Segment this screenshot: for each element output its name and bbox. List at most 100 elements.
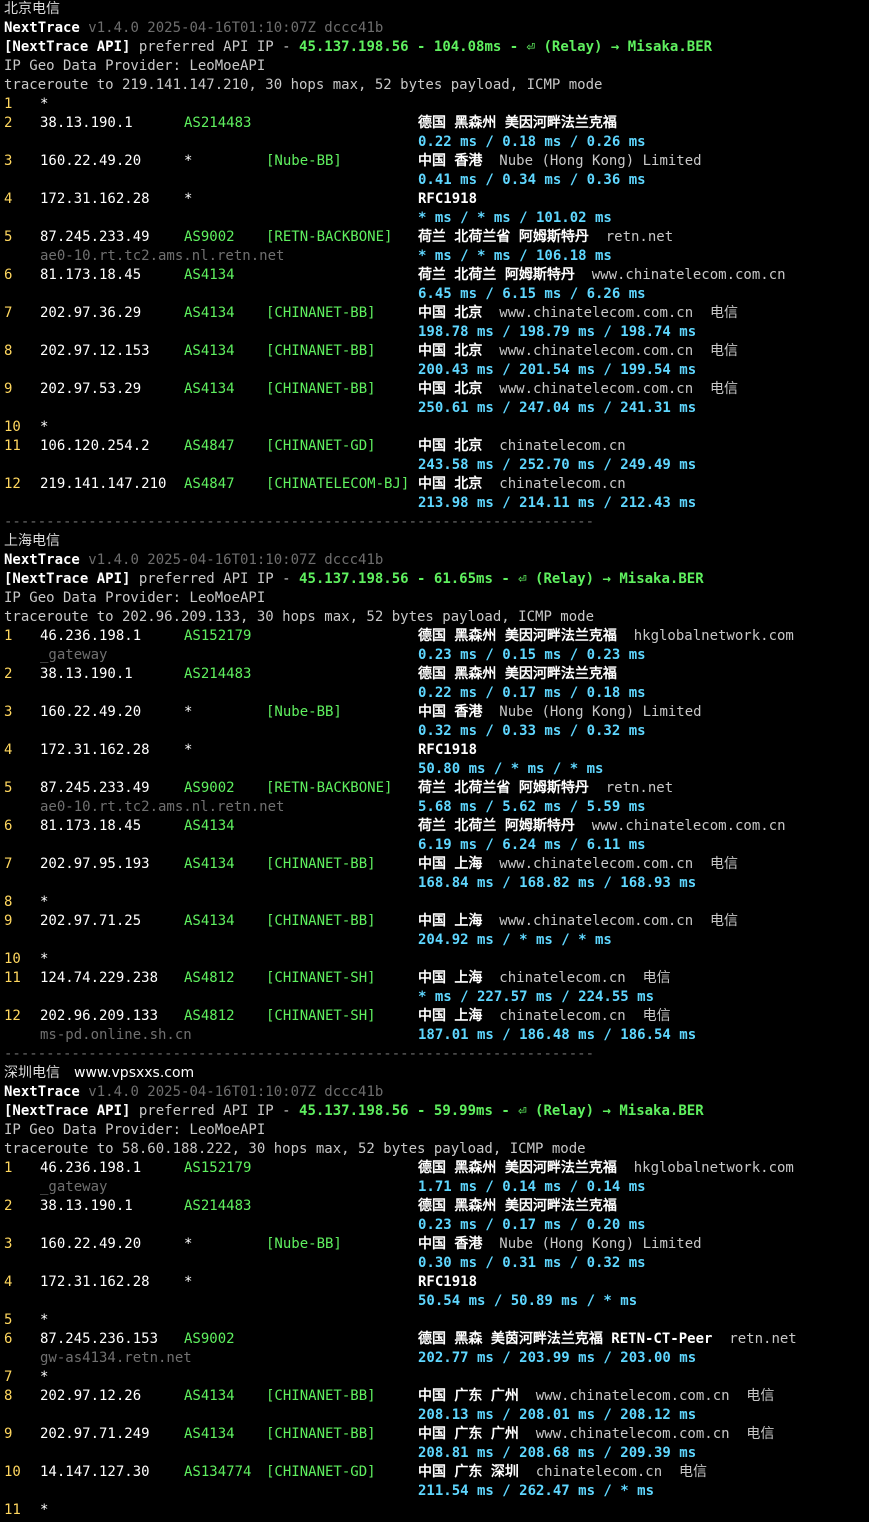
hop-number: 6	[4, 267, 13, 283]
hop-geo-group: 荷兰 北荷兰省 阿姆斯特丹 retn.net	[418, 228, 673, 247]
hop-rtt: * ms / * ms / 101.02 ms	[418, 210, 612, 226]
hop-rtt: 208.81 ms / 208.68 ms / 209.39 ms	[418, 1445, 697, 1461]
hop-number: 1	[4, 96, 13, 112]
hop-tag: [RETN-BACKBONE]	[266, 780, 393, 796]
hop-geo-group: 德国 黑森州 美因河畔法兰克福	[418, 665, 617, 684]
api-sep: -	[408, 1103, 434, 1119]
hop-hostname: _gateway	[40, 1179, 108, 1195]
api-sep: -	[408, 39, 434, 55]
hop-org: www.chinatelecom.com.cn 电信	[499, 913, 739, 929]
hop-org: hkglobalnetwork.com	[633, 628, 794, 644]
traceroute-text: traceroute to 58.60.188.222, 30 hops max…	[4, 1141, 586, 1157]
hop-asn: AS4134	[184, 1388, 235, 1404]
hop-tag: [Nube-BB]	[266, 1236, 342, 1252]
hop-number: 9	[4, 381, 13, 397]
hop-ip: 14.147.127.30	[40, 1464, 150, 1480]
hop-ip: 160.22.49.20	[40, 704, 142, 720]
section-title: 北京电信	[4, 0, 60, 19]
hop-org: chinatelecom.cn 电信	[499, 1008, 671, 1024]
hop-geo: 中国 上海	[418, 1008, 483, 1024]
hop-org: chinatelecom.cn	[499, 476, 626, 492]
api-text: preferred API IP -	[130, 1103, 300, 1119]
hop-geo-group: 德国 黑森州 美因河畔法兰克福 hkglobalnetwork.com	[418, 1159, 794, 1178]
hop-asn: AS4134	[184, 913, 235, 929]
hop-tag: [CHINANET-BB]	[266, 1426, 376, 1442]
hop-number: 3	[4, 704, 13, 720]
hop-rtt: 250.61 ms / 247.04 ms / 241.31 ms	[418, 400, 697, 416]
hop-ip: 202.97.71.25	[40, 913, 142, 929]
hop-tag: [CHINANET-SH]	[266, 1008, 376, 1024]
api-latency: 59.99ms	[433, 1103, 493, 1119]
api-line: [NextTrace API] preferred API IP - 45.13…	[4, 570, 704, 589]
hop-geo: 中国 广东 广州	[418, 1388, 519, 1404]
traceroute-line: traceroute to 58.60.188.222, 30 hops max…	[4, 1140, 586, 1159]
hop-geo-group: 中国 香港 Nube (Hong Kong) Limited	[418, 1235, 702, 1254]
hop-number: 10	[4, 419, 21, 435]
hop-number: 8	[4, 1388, 13, 1404]
version-line: NextTrace v1.4.0 2025-04-16T01:10:07Z dc…	[4, 1083, 383, 1102]
hop-number: 7	[4, 1369, 13, 1385]
hop-geo: 中国 北京	[418, 343, 483, 359]
hop-geo: 中国 广东 广州	[418, 1426, 519, 1442]
hop-number: 3	[4, 153, 13, 169]
hop-ip: 202.97.95.193	[40, 856, 150, 872]
hop-geo-group: 荷兰 北荷兰 阿姆斯特丹 www.chinatelecom.com.cn	[418, 817, 786, 836]
hop-org: www.chinatelecom.com.cn	[591, 267, 786, 283]
hop-number: 8	[4, 894, 13, 910]
hop-rtt: 1.71 ms / 0.14 ms / 0.14 ms	[418, 1179, 646, 1195]
hop-hostname: ms-pd.online.sh.cn	[40, 1027, 192, 1043]
hop-ip: 160.22.49.20	[40, 1236, 142, 1252]
hop-number: 6	[4, 1331, 13, 1347]
hop-geo-group: 荷兰 北荷兰 阿姆斯特丹 www.chinatelecom.com.cn	[418, 266, 786, 285]
site-watermark: www.vpsxxs.com	[74, 1065, 195, 1081]
hop-geo-group: 中国 北京 www.chinatelecom.com.cn 电信	[418, 304, 738, 323]
section-title-text: 上海电信	[4, 533, 60, 549]
hop-org: retn.net	[729, 1331, 797, 1347]
hop-ip: *	[40, 1369, 49, 1385]
hop-geo-group: 中国 广东 广州 www.chinatelecom.com.cn 电信	[418, 1425, 774, 1444]
hop-geo-group: 德国 黑森州 美因河畔法兰克福	[418, 114, 617, 133]
hop-ip: *	[40, 419, 49, 435]
hop-number: 7	[4, 305, 13, 321]
hop-asn: AS214483	[184, 115, 252, 131]
hop-ip: *	[40, 951, 49, 967]
hop-asn: *	[184, 1236, 193, 1252]
geo-provider-line: IP Geo Data Provider: LeoMoeAPI	[4, 1121, 265, 1140]
hop-org: hkglobalnetwork.com	[633, 1160, 794, 1176]
hop-tag: [CHINANET-GD]	[266, 1464, 376, 1480]
geo-provider-text: IP Geo Data Provider: LeoMoeAPI	[4, 590, 266, 606]
hop-geo-group: RFC1918	[418, 1273, 477, 1292]
hop-geo-group: 中国 北京 www.chinatelecom.com.cn 电信	[418, 380, 738, 399]
hop-number: 10	[4, 951, 21, 967]
hop-ip: 160.22.49.20	[40, 153, 142, 169]
separator-line: ----------------------------------------…	[4, 1046, 595, 1062]
hop-ip: 172.31.162.28	[40, 191, 150, 207]
hop-rtt: 204.92 ms / * ms / * ms	[418, 932, 612, 948]
traceroute-line: traceroute to 202.96.209.133, 30 hops ma…	[4, 608, 594, 627]
hop-tag: [CHINANET-BB]	[266, 913, 376, 929]
hop-tag: [CHINANET-BB]	[266, 305, 376, 321]
hop-tag: [CHINATELECOM-BJ]	[266, 476, 410, 492]
hop-hostname: _gateway	[40, 647, 108, 663]
geo-provider-text: IP Geo Data Provider: LeoMoeAPI	[4, 58, 266, 74]
hop-geo: 荷兰 北荷兰 阿姆斯特丹	[418, 818, 575, 834]
hop-rtt: 0.30 ms / 0.31 ms / 0.32 ms	[418, 1255, 646, 1271]
hop-hostname: ae0-10.rt.tc2.ams.nl.retn.net	[40, 799, 285, 815]
version-text: v1.4.0 2025-04-16T01:10:07Z dccc41b	[88, 552, 384, 568]
hop-geo: 荷兰 北荷兰 阿姆斯特丹	[418, 267, 575, 283]
hop-rtt: * ms / 227.57 ms / 224.55 ms	[418, 989, 655, 1005]
hop-rtt: 213.98 ms / 214.11 ms / 212.43 ms	[418, 495, 697, 511]
hop-geo: 中国 香港	[418, 1236, 483, 1252]
api-sep: -	[408, 571, 434, 587]
hop-ip: 202.97.36.29	[40, 305, 142, 321]
hop-geo: RFC1918	[418, 742, 478, 758]
hop-rtt: 198.78 ms / 198.79 ms / 198.74 ms	[418, 324, 697, 340]
hop-ip: *	[40, 894, 49, 910]
hop-rtt: 6.19 ms / 6.24 ms / 6.11 ms	[418, 837, 646, 853]
hop-asn: *	[184, 1274, 193, 1290]
hop-asn: AS152179	[184, 1160, 252, 1176]
hop-number: 12	[4, 1008, 21, 1024]
hop-geo-group: 中国 北京 chinatelecom.cn	[418, 437, 626, 456]
hop-org: Nube (Hong Kong) Limited	[499, 153, 702, 169]
hop-ip: 202.97.12.153	[40, 343, 150, 359]
